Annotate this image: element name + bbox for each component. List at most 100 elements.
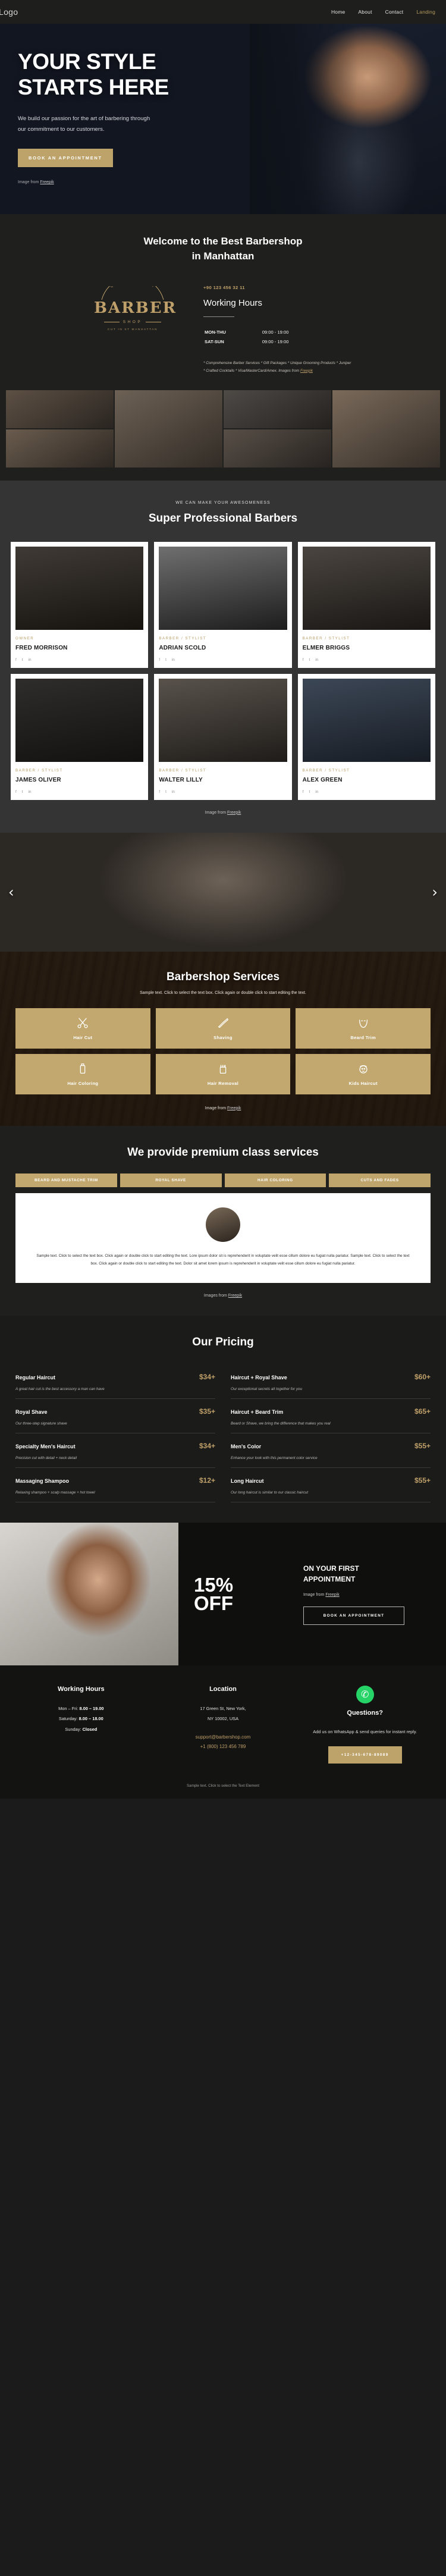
hero-credit-link[interactable]: Freepik bbox=[40, 180, 54, 184]
tube-icon bbox=[80, 1063, 86, 1074]
barber-socials: f t in bbox=[15, 658, 143, 662]
linkedin-icon[interactable]: in bbox=[29, 658, 32, 662]
twitter-icon[interactable]: t bbox=[309, 658, 310, 662]
facebook-icon[interactable]: f bbox=[159, 658, 160, 662]
footer-hours-value: 8.00 – 19.00 bbox=[79, 1706, 104, 1712]
twitter-icon[interactable]: t bbox=[309, 790, 310, 794]
pricing-item: Men's Color $55+ Enhance your look with … bbox=[231, 1433, 431, 1469]
pricing-item-price: $55+ bbox=[414, 1476, 431, 1485]
promo-headline: ON YOUR FIRST APPOINTMENT bbox=[303, 1563, 431, 1584]
barbers-credit-link[interactable]: Freepik bbox=[227, 811, 241, 815]
twitter-icon[interactable]: t bbox=[165, 790, 167, 794]
working-hours-block: +90 123 456 32 11 Working Hours MON-THU … bbox=[203, 284, 352, 375]
gallery-photo[interactable] bbox=[6, 390, 114, 428]
tab-cuts-and-fades[interactable]: CUTS AND FADES bbox=[329, 1173, 431, 1187]
hero-background-photo bbox=[250, 24, 446, 214]
promo-book-appointment-button[interactable]: BOOK AN APPOINTMENT bbox=[303, 1607, 404, 1626]
hero-title: YOUR STYLE STARTS HERE bbox=[18, 49, 250, 101]
nav-link-about[interactable]: About bbox=[358, 9, 372, 15]
welcome-phone[interactable]: +90 123 456 32 11 bbox=[203, 285, 352, 290]
hero-section: YOUR STYLE STARTS HERE We build our pass… bbox=[0, 24, 446, 214]
beard-icon bbox=[359, 1019, 368, 1028]
linkedin-icon[interactable]: in bbox=[315, 658, 318, 662]
service-tile-shaving[interactable]: Shaving bbox=[155, 1008, 291, 1049]
footer-phone-link[interactable]: +1 (800) 123 456 789 bbox=[158, 1742, 289, 1752]
slider-next-arrow-icon[interactable]: › bbox=[432, 884, 438, 900]
facebook-icon[interactable]: f bbox=[159, 790, 160, 794]
services-credit-link[interactable]: Freepik bbox=[227, 1106, 241, 1110]
footer-email-link[interactable]: support@barbershop.com bbox=[158, 1733, 289, 1743]
barber-card[interactable]: BARBER / STYLIST ADRIAN SCOLD f t in bbox=[154, 541, 292, 668]
footer-columns: Working Hours Mon – Fri: 8.00 – 19.00 Sa… bbox=[15, 1686, 431, 1764]
service-tile-hair-removal[interactable]: Hair Removal bbox=[155, 1053, 291, 1094]
linkedin-icon[interactable]: in bbox=[29, 790, 32, 794]
service-label: Kids Haircut bbox=[348, 1080, 378, 1086]
welcome-disclaimer-link[interactable]: Freepik bbox=[300, 369, 313, 373]
service-tile-hair-cut[interactable]: Hair Cut bbox=[15, 1008, 150, 1049]
promo-credit-prefix: Image from bbox=[303, 1593, 326, 1598]
barber-card[interactable]: BARBER / STYLIST JAMES OLIVER f t in bbox=[11, 673, 149, 800]
linkedin-icon[interactable]: in bbox=[172, 790, 175, 794]
pricing-item: Haircut + Beard Trim $65+ Beard or Shave… bbox=[231, 1399, 431, 1434]
tab-hair-coloring[interactable]: HAIR COLORING bbox=[224, 1173, 326, 1187]
service-tile-kids-haircut[interactable]: Kids Haircut bbox=[296, 1053, 431, 1094]
gallery-photo[interactable] bbox=[332, 390, 440, 467]
linkedin-icon[interactable]: in bbox=[172, 658, 175, 662]
twitter-icon[interactable]: t bbox=[22, 658, 23, 662]
hero-book-appointment-button[interactable]: BOOK AN APPOINTMENT bbox=[18, 148, 113, 167]
pricing-item-price: $34+ bbox=[199, 1442, 215, 1451]
barber-photo bbox=[302, 546, 431, 630]
barber-role: BARBER / STYLIST bbox=[159, 768, 207, 773]
promo-credit-link[interactable]: Freepik bbox=[325, 1593, 339, 1597]
barber-socials: f t in bbox=[15, 790, 143, 794]
footer-hours-label: Saturday: bbox=[58, 1716, 79, 1722]
gallery-photo[interactable] bbox=[224, 429, 331, 467]
footer-whatsapp-button[interactable]: +12-345-678-89089 bbox=[328, 1746, 402, 1764]
welcome-title-line2: in Manhattan bbox=[191, 250, 255, 262]
barber-card[interactable]: BARBER / STYLIST WALTER LILLY f t in bbox=[154, 673, 292, 800]
promo-discount: 15% OFF bbox=[178, 1523, 303, 1665]
tab-beard-and-mustache-trim[interactable]: BEARD AND MUSTACHE TRIM bbox=[15, 1173, 117, 1187]
pricing-item: Long Haircut $55+ Our long haircut is si… bbox=[231, 1468, 431, 1503]
facebook-icon[interactable]: f bbox=[15, 790, 17, 794]
gallery-column bbox=[6, 390, 114, 467]
gallery-photo[interactable] bbox=[115, 390, 222, 467]
premium-credit-link[interactable]: Freepik bbox=[228, 1294, 242, 1298]
nav-link-home[interactable]: Home bbox=[331, 9, 345, 15]
gallery-photo[interactable] bbox=[224, 390, 331, 428]
promo-headline-line2: APPOINTMENT bbox=[303, 1575, 356, 1584]
premium-title: We provide premium class services bbox=[127, 1146, 319, 1159]
svg-text:CUT·SHAVE·TRIM: CUT·SHAVE·TRIM bbox=[110, 286, 155, 288]
linkedin-icon[interactable]: in bbox=[315, 790, 318, 794]
facebook-icon[interactable]: f bbox=[303, 658, 304, 662]
service-tile-beard-trim[interactable]: Beard Trim bbox=[296, 1008, 431, 1049]
slider-prev-arrow-icon[interactable]: ‹ bbox=[8, 884, 14, 900]
twitter-icon[interactable]: t bbox=[22, 790, 23, 794]
twitter-icon[interactable]: t bbox=[165, 658, 167, 662]
nav-link-landing[interactable]: Landing bbox=[416, 9, 435, 15]
footer-location-title: Location bbox=[209, 1686, 237, 1693]
barber-card[interactable]: OWNER FRED MORRISON f t in bbox=[11, 541, 149, 668]
pricing-section: Our Pricing Regular Haircut $34+ A great… bbox=[0, 1316, 446, 1523]
footer-questions: ✆ Questions? Add us on WhatsApp & send q… bbox=[299, 1686, 431, 1764]
service-tile-hair-coloring[interactable]: Hair Coloring bbox=[15, 1053, 150, 1094]
footer-hours-value: Closed bbox=[82, 1726, 98, 1732]
barber-socials: f t in bbox=[303, 658, 431, 662]
pricing-item-name: Long Haircut bbox=[231, 1478, 264, 1485]
services-title: Barbershop Services bbox=[166, 970, 280, 983]
whatsapp-icon[interactable]: ✆ bbox=[356, 1686, 374, 1704]
premium-tabs: BEARD AND MUSTACHE TRIM ROYAL SHAVE HAIR… bbox=[0, 1173, 446, 1187]
premium-tab-panel: Sample text. Click to select the text bo… bbox=[15, 1193, 431, 1284]
gallery-photo[interactable] bbox=[6, 429, 114, 467]
barber-card[interactable]: BARBER / STYLIST ELMER BRIGGS f t in bbox=[297, 541, 435, 668]
tab-royal-shave[interactable]: ROYAL SHAVE bbox=[120, 1173, 222, 1187]
emblem-arc-icon: CUT·SHAVE·TRIM bbox=[101, 286, 164, 300]
footer-hours-title: Working Hours bbox=[58, 1686, 105, 1693]
barbers-title: Super Professional Barbers bbox=[148, 512, 298, 525]
pricing-item: Regular Haircut $34+ A great hair cut is… bbox=[15, 1364, 215, 1400]
site-logo[interactable]: Logo bbox=[0, 7, 18, 17]
facebook-icon[interactable]: f bbox=[303, 790, 304, 794]
nav-link-contact[interactable]: Contact bbox=[385, 9, 404, 15]
barber-card[interactable]: BARBER / STYLIST ALEX GREEN f t in bbox=[297, 673, 435, 800]
facebook-icon[interactable]: f bbox=[15, 658, 17, 662]
